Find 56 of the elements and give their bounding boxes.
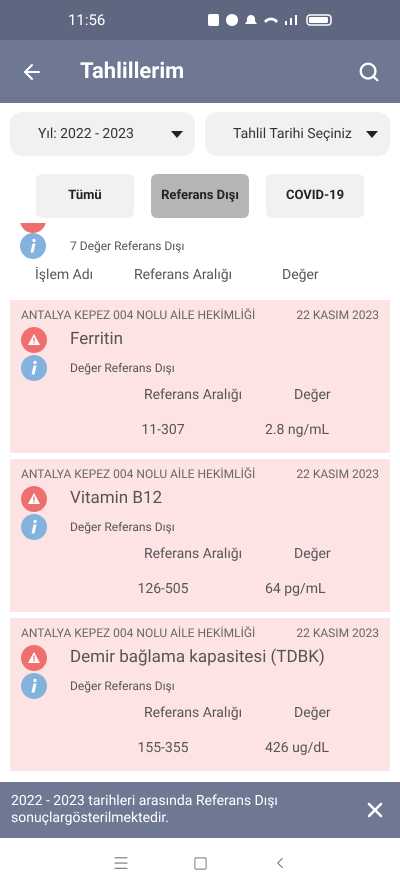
result-card[interactable]: ANTALYA KEPEZ 004 NOLU AİLE HEKİMLİĞİ 22 KASIM 2023 Demir bağlama kapasitesi (TDBK) Değer Referans Dışı Referans Aralığı Değer 155-355 426 ug/dL bbox=[10, 618, 390, 771]
reference-range: 126-505 bbox=[136, 580, 190, 599]
filter-tab[interactable]: COVID-19 bbox=[266, 174, 364, 218]
warning-icon bbox=[21, 327, 47, 353]
result-value: 2.8 ng/mL bbox=[265, 421, 330, 440]
result-date: 22 KASIM 2023 bbox=[296, 466, 379, 483]
range-label: Referans Aralığı bbox=[144, 704, 244, 723]
signal-icon bbox=[285, 15, 299, 25]
info-icon bbox=[20, 233, 46, 259]
value-label: Değer bbox=[294, 545, 331, 564]
filter-tab[interactable]: Tümü bbox=[36, 174, 134, 218]
value-label: Değer bbox=[294, 386, 331, 405]
info-icon bbox=[21, 355, 47, 381]
dropdown[interactable]: Yıl: 2022 - 2023 bbox=[10, 112, 195, 156]
facility-name: ANTALYA KEPEZ 004 NOLU AİLE HEKİMLİĞİ bbox=[21, 307, 256, 324]
test-name: Ferritin bbox=[70, 328, 123, 352]
screen-title: Tahlillerim bbox=[80, 58, 184, 86]
wifi-icon bbox=[264, 17, 278, 23]
info-icon bbox=[21, 514, 47, 540]
reference-range: 155-355 bbox=[136, 739, 190, 758]
warning-icon bbox=[21, 645, 47, 671]
facility-name: ANTALYA KEPEZ 004 NOLU AİLE HEKİMLİĞİ bbox=[21, 625, 256, 642]
status-text: Değer Referans Dışı bbox=[70, 519, 175, 536]
column-header: İşlem Adı bbox=[35, 266, 94, 285]
result-card[interactable]: ANTALYA KEPEZ 004 NOLU AİLE HEKİMLİĞİ 22 KASIM 2023 Ferritin Değer Referans Dışı Referans Aralığı Değer 11-307 2.8 ng/mL bbox=[10, 300, 390, 453]
facility-name: ANTALYA KEPEZ 004 NOLU AİLE HEKİMLİĞİ bbox=[21, 466, 256, 483]
test-name: Demir bağlama kapasitesi (TDBK) bbox=[70, 646, 325, 670]
result-card[interactable]: ANTALYA KEPEZ 004 NOLU AİLE HEKİMLİĞİ 22 KASIM 2023 Vitamin B12 Değer Referans Dışı Referans Aralığı Değer 126-505 64 pg/mL bbox=[10, 459, 390, 612]
summary-text: 7 Değer Referans Dışı bbox=[70, 238, 184, 255]
dropdown-caret-icon bbox=[171, 130, 183, 138]
result-date: 22 KASIM 2023 bbox=[296, 307, 379, 324]
result-value: 426 ug/dL bbox=[265, 739, 329, 758]
value-label: Değer bbox=[294, 704, 331, 723]
range-label: Referans Aralığı bbox=[144, 386, 244, 405]
column-header: Referans Aralığı bbox=[134, 266, 234, 285]
reference-range: 11-307 bbox=[140, 421, 186, 440]
result-value: 64 pg/mL bbox=[265, 580, 326, 599]
test-name: Vitamin B12 bbox=[70, 487, 162, 510]
status-time: 11:56 bbox=[68, 10, 106, 31]
status-text: Değer Referans Dışı bbox=[70, 360, 175, 377]
dropdown-caret-icon bbox=[366, 130, 378, 138]
snackbar-message: 2022 - 2023 tarihleri arasında Referans Dışı sonuçlargösterilmektedir. bbox=[11, 793, 279, 827]
mute-icon bbox=[245, 15, 257, 25]
home-icon[interactable] bbox=[192, 856, 208, 870]
status-text: Değer Referans Dışı bbox=[70, 678, 175, 695]
battery-icon bbox=[306, 14, 332, 26]
info-icon bbox=[21, 673, 47, 699]
dropdown[interactable]: Tahlil Tarihi Seçiniz bbox=[205, 112, 390, 156]
result-date: 22 KASIM 2023 bbox=[296, 625, 379, 642]
menu-icon[interactable] bbox=[112, 854, 130, 872]
filter-tab[interactable]: Referans Dışı bbox=[151, 174, 249, 218]
column-header: Değer bbox=[282, 266, 319, 285]
search-icon[interactable] bbox=[358, 60, 380, 82]
warning-icon-partial bbox=[20, 223, 46, 233]
range-label: Referans Aralığı bbox=[144, 545, 244, 564]
warning-icon bbox=[21, 486, 47, 512]
